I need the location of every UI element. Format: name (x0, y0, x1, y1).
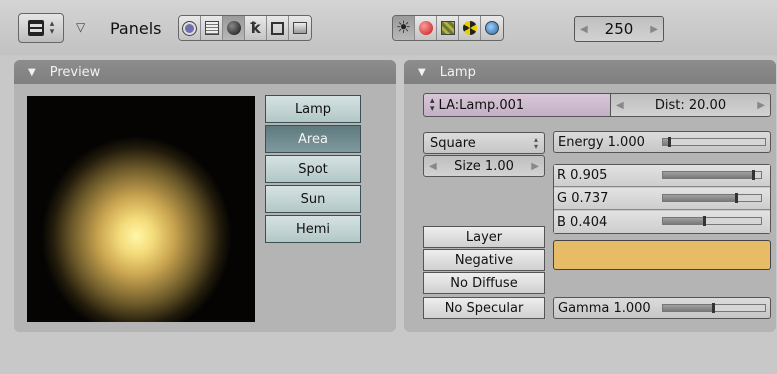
increment-arrow-icon[interactable]: ▶ (645, 24, 663, 35)
blue-slider-track[interactable] (662, 216, 762, 226)
shading-context-icon[interactable] (223, 16, 245, 40)
energy-slider[interactable]: Energy 1.000 (553, 131, 771, 153)
world-subcontext-icon[interactable] (481, 16, 503, 40)
collapse-triangle-icon[interactable]: ▼ (28, 67, 36, 78)
texture-subcontext-icon[interactable] (437, 16, 459, 40)
area-shape-select[interactable]: Square ▴ ▾ (423, 132, 545, 154)
frame-number-value: 250 (604, 20, 634, 38)
green-slider-track[interactable] (662, 193, 762, 203)
blue-slider-knob[interactable] (702, 216, 706, 226)
context-button-group: ꝁ (178, 15, 312, 41)
decrement-arrow-icon[interactable]: ◀ (611, 100, 629, 111)
radiosity-subcontext-icon[interactable] (459, 16, 481, 40)
object-context-icon[interactable]: ꝁ (245, 16, 267, 40)
lamp-type-hemi-button[interactable]: Hemi (265, 215, 361, 243)
updown-arrow-icon: ▴ ▾ (533, 135, 538, 151)
lamp-type-sun-button[interactable]: Sun (265, 185, 361, 213)
gamma-slider-fill (663, 305, 712, 311)
editing-context-icon[interactable] (267, 16, 289, 40)
blue-slider[interactable]: B 0.404 (554, 211, 770, 233)
blue-slider-fill (663, 218, 703, 224)
blue-value: B 0.404 (557, 214, 608, 230)
preview-panel-header[interactable]: ▼ Preview (14, 60, 396, 84)
lamp-type-area-button[interactable]: Area (265, 125, 361, 153)
area-size-field[interactable]: ◀ Size 1.00 ▶ (423, 155, 545, 177)
no-diffuse-toggle[interactable]: No Diffuse (423, 272, 545, 294)
collapse-triangle-icon[interactable]: ▼ (418, 67, 426, 78)
lamp-subcontext-icon[interactable]: ☀ (393, 16, 415, 40)
frame-number-field[interactable]: ◀ 250 ▶ (574, 16, 664, 42)
increment-arrow-icon[interactable]: ▶ (526, 161, 544, 172)
green-slider-knob[interactable] (735, 193, 739, 203)
lamp-preview-image (27, 96, 255, 322)
lamp-type-lamp-button[interactable]: Lamp (265, 95, 361, 123)
energy-slider-track[interactable] (662, 137, 766, 147)
red-value: R 0.905 (557, 168, 608, 183)
logic-context-icon[interactable] (179, 16, 201, 40)
lamp-color-swatch[interactable] (553, 240, 771, 270)
updown-arrow-icon: ▴ ▾ (49, 19, 55, 37)
lamp-panel-header[interactable]: ▼ Lamp (404, 60, 776, 84)
gamma-slider-knob[interactable] (711, 303, 715, 313)
red-slider[interactable]: R 0.905 (554, 165, 770, 187)
negative-toggle[interactable]: Negative (423, 249, 545, 271)
editor-type-menu[interactable]: ▴ ▾ (18, 13, 64, 43)
green-slider[interactable]: G 0.737 (554, 188, 770, 210)
red-slider-track[interactable] (662, 170, 762, 180)
scene-context-icon[interactable] (289, 16, 311, 40)
list-icon (27, 20, 44, 36)
lamp-name-value: LA:Lamp.001 (438, 97, 525, 113)
green-slider-fill (663, 195, 736, 201)
distance-field[interactable]: ◀ Dist: 20.00 ▶ (610, 93, 771, 117)
material-subcontext-icon[interactable] (415, 16, 437, 40)
distance-value: Dist: 20.00 (654, 97, 727, 113)
area-size-value: Size 1.00 (454, 158, 514, 174)
red-slider-fill (663, 172, 752, 178)
energy-slider-knob[interactable] (667, 137, 671, 147)
browse-arrow-icon[interactable]: ▴ ▾ (424, 97, 439, 114)
no-specular-toggle[interactable]: No Specular (423, 297, 545, 319)
panels-collapse-icon[interactable]: ▽ (76, 20, 85, 34)
red-slider-knob[interactable] (751, 170, 755, 180)
shading-subcontext-group: ☀ (392, 15, 504, 41)
decrement-arrow-icon[interactable]: ◀ (575, 24, 593, 35)
lamp-type-spot-button[interactable]: Spot (265, 155, 361, 183)
lamp-datablock-field[interactable]: ▴ ▾ LA:Lamp.001 (423, 93, 611, 117)
preview-panel-title: Preview (49, 64, 101, 80)
area-shape-value: Square (430, 135, 476, 151)
buttons-window-header: ▴ ▾ ▽ Panels ꝁ ☀ ◀ 250 ▶ (0, 0, 777, 55)
lamp-panel-title: Lamp (439, 64, 476, 80)
increment-arrow-icon[interactable]: ▶ (752, 100, 770, 111)
decrement-arrow-icon[interactable]: ◀ (424, 161, 442, 172)
panels-label: Panels (110, 19, 162, 38)
gamma-slider-track[interactable] (662, 303, 766, 313)
green-value: G 0.737 (557, 191, 609, 206)
gamma-value: Gamma 1.000 (558, 300, 651, 316)
gamma-slider[interactable]: Gamma 1.000 (553, 297, 771, 319)
energy-value: Energy 1.000 (558, 134, 645, 150)
layer-toggle[interactable]: Layer (423, 226, 545, 248)
script-context-icon[interactable] (201, 16, 223, 40)
